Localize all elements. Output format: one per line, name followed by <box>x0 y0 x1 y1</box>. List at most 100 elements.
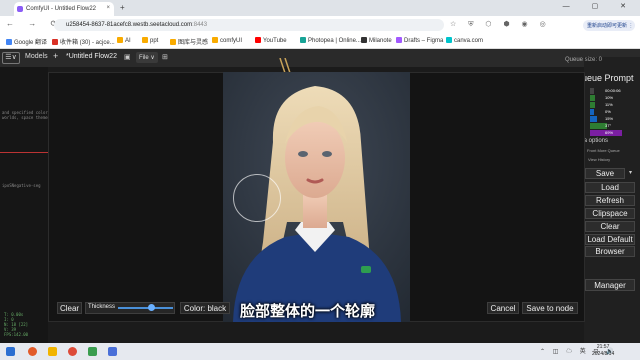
monitor-bar <box>590 116 597 122</box>
bookmark-label: canva.com <box>454 38 484 44</box>
new-tab-button[interactable]: + <box>120 3 125 12</box>
bookmark-label: comfyUI <box>220 38 243 44</box>
monitor-bar <box>590 95 595 101</box>
resource-monitor: 00:00:06 10% 11% 0% 15% 37° 69% <box>590 88 636 137</box>
bookmark-item[interactable]: YouTube <box>255 37 287 44</box>
comfyui-favicon-icon <box>17 6 23 12</box>
monitor-value: 15% <box>605 116 614 121</box>
bookmark-favicon-icon <box>255 37 261 43</box>
window-controls[interactable]: — ▢ ✕ <box>563 2 636 10</box>
bookmark-item[interactable]: ppt <box>142 37 158 44</box>
bookmark-item[interactable]: comfyUI <box>212 37 242 44</box>
monitor-bar <box>590 102 596 108</box>
save-dropdown-chevron-icon[interactable]: ▾ <box>626 168 635 179</box>
bookmark-label: AI <box>125 38 131 44</box>
video-subtitle: 脸部整体的一个轮廓 <box>240 302 376 320</box>
windows-start-icon[interactable] <box>6 347 15 356</box>
bookmark-item[interactable]: Milanote <box>361 37 392 44</box>
monitor-value: 69% <box>605 130 614 135</box>
tab-close-icon[interactable]: × <box>106 5 110 11</box>
save-button[interactable]: Save <box>585 168 625 179</box>
bookmark-item[interactable]: AI <box>117 37 131 44</box>
manager-button[interactable]: Manager <box>585 279 635 291</box>
tab-title: ComfyUI - Untitled Flow22 <box>26 6 97 12</box>
bookmark-item[interactable]: 收件箱 (30) - acjce... <box>52 37 115 46</box>
monitor-row: 0% <box>590 109 636 115</box>
monitor-row: 11% <box>590 102 636 108</box>
refresh-button[interactable]: Refresh <box>585 195 635 206</box>
cancel-button[interactable]: Cancel <box>487 302 519 314</box>
mask-color-button[interactable]: Color: black <box>180 302 230 314</box>
monitor-value: 00:00:06 <box>605 88 621 93</box>
monitor-row: 10% <box>590 95 636 101</box>
monitor-value: 0% <box>605 109 611 114</box>
bookmark-favicon-icon <box>396 37 402 43</box>
bookmark-item[interactable]: Drafts – Figma <box>396 37 443 44</box>
app-taskbar-icon[interactable] <box>108 347 117 356</box>
taskbar-clock[interactable]: 21:57 2024/8/14 <box>592 344 614 358</box>
save-to-node-button[interactable]: Save to node <box>522 302 578 314</box>
url-port: :8443 <box>192 22 208 28</box>
workflow-tab-title[interactable]: *Untitled Flow22 <box>66 53 117 60</box>
bookmark-label: Photopea | Online... <box>308 38 361 44</box>
file-menu-button[interactable]: File ∨ <box>136 52 158 63</box>
render-stats: T: 0.00s I: 0 N: 18 [22] V: 39 FPS:142.0… <box>4 312 28 337</box>
queue-size-label: Queue size: 0 <box>565 57 603 63</box>
url-host: u258454-8637-81acefc8.westb.seetacloud.c… <box>66 22 193 28</box>
bookmark-item[interactable]: 图库与灵感 <box>170 37 208 46</box>
link-wire <box>0 152 48 153</box>
clear-queue-button[interactable]: Clear <box>585 221 635 232</box>
bookmark-label: Google 翻译 <box>14 40 48 46</box>
bookmark-label: Drafts – Figma <box>404 38 444 44</box>
monitor-value: 37° <box>605 123 612 128</box>
save-workflow-icon[interactable]: ⊞ <box>162 53 168 61</box>
update-browser-button[interactable]: 重新启动即可更新 ⋮ <box>583 20 635 31</box>
folder-taskbar-icon[interactable] <box>48 347 57 356</box>
bookmark-label: 收件箱 (30) - acjce... <box>60 40 115 46</box>
clock-time: 21:57 <box>596 344 610 350</box>
bookmark-favicon-icon <box>117 37 123 43</box>
clipspace-button[interactable]: Clipspace <box>585 208 635 219</box>
bookmark-favicon-icon <box>170 39 176 45</box>
load-default-button[interactable]: Load Default <box>585 234 635 245</box>
bookmark-favicon-icon <box>300 37 306 43</box>
code-line: ipoSNegative-seg <box>2 183 41 188</box>
bookmark-favicon-icon <box>212 37 218 43</box>
bookmark-favicon-icon <box>6 39 12 45</box>
mask-clear-button[interactable]: Clear <box>57 302 82 314</box>
browser-button[interactable]: Browser <box>585 246 635 257</box>
monitor-value: 10% <box>605 95 614 100</box>
bookmark-label: 图库与灵感 <box>178 40 209 46</box>
monitor-row: 00:00:06 <box>590 88 636 94</box>
image-icon[interactable]: ▣ <box>124 53 131 61</box>
bookmark-label: Milanote <box>369 38 392 44</box>
brush-cursor <box>233 174 281 222</box>
queue-history-buttons[interactable]: Front More Queue <box>587 148 620 153</box>
monitor-row: 69% <box>590 130 636 136</box>
bookmark-label: YouTube <box>263 38 287 44</box>
monitor-bar <box>590 88 594 94</box>
load-button[interactable]: Load <box>585 182 635 193</box>
bookmark-favicon-icon <box>361 37 367 43</box>
extension-icons[interactable]: ☆ ⛨ ⬡ ⬢ ◉ ◎ <box>450 20 551 29</box>
new-workflow-button[interactable]: + <box>53 51 58 61</box>
browser-taskbar-icon[interactable] <box>28 347 37 356</box>
thickness-slider-handle[interactable] <box>148 304 155 311</box>
monitor-row: 37° <box>590 123 636 129</box>
stat-line: FPS:142.00 <box>4 332 29 337</box>
bookmark-item[interactable]: Google 翻译 <box>6 37 47 46</box>
app-taskbar-icon[interactable] <box>88 347 97 356</box>
thickness-slider[interactable] <box>118 307 173 309</box>
view-history-button[interactable]: View History <box>588 157 610 162</box>
clock-date: 2024/8/14 <box>592 351 615 357</box>
menu-icon[interactable]: ☰∨ <box>2 52 20 64</box>
chrome-taskbar-icon[interactable] <box>68 347 77 356</box>
monitor-value: 11% <box>605 102 613 107</box>
bookmark-item[interactable]: canva.com <box>446 37 483 44</box>
monitor-bar <box>590 109 594 115</box>
url-field[interactable]: u258454-8637-81acefc8.westb.seetacloud.c… <box>54 19 444 31</box>
models-button[interactable]: Models <box>25 53 48 60</box>
bookmark-label: ppt <box>150 38 159 44</box>
bookmark-item[interactable]: Photopea | Online... <box>300 37 361 44</box>
browser-tab[interactable]: ComfyUI - Untitled Flow22 × <box>14 2 114 16</box>
